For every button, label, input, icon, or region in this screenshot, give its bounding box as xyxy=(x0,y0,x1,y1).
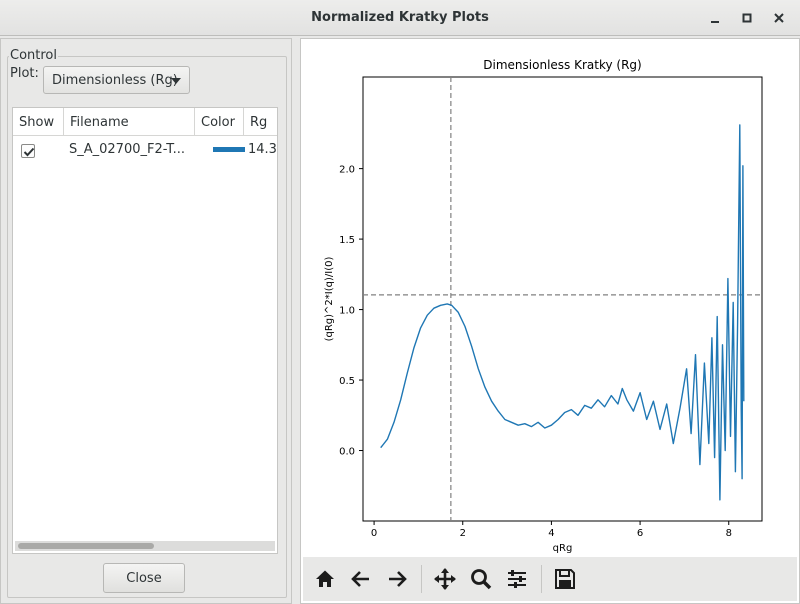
x-tick-label: 4 xyxy=(548,528,554,539)
forward-button[interactable] xyxy=(385,567,411,591)
y-tick-label: 1.0 xyxy=(339,306,355,317)
chart-title: Dimensionless Kratky (Rg) xyxy=(483,58,641,72)
back-button[interactable] xyxy=(349,567,375,591)
plot-panel: Dimensionless Kratky (Rg) 0 2 4 6 8 0.0 0.5 1.0 1… xyxy=(300,38,800,604)
plot-type-select[interactable]: Dimensionless (Rg) xyxy=(43,66,190,94)
forward-arrow-icon xyxy=(389,571,407,587)
window-close-button[interactable] xyxy=(769,8,789,28)
x-tick-label: 2 xyxy=(460,528,466,539)
kratky-plot[interactable]: Dimensionless Kratky (Rg) 0 2 4 6 8 0.0 0.5 1.0 1… xyxy=(301,39,799,557)
maximize-button[interactable] xyxy=(737,8,757,28)
column-header-show[interactable]: Show xyxy=(13,108,64,136)
y-tick-label: 0.0 xyxy=(339,447,355,458)
minimize-icon xyxy=(711,21,719,23)
rg-cell: 14.3 xyxy=(248,142,277,157)
x-axis-label: qRg xyxy=(553,543,573,554)
chevron-down-icon xyxy=(171,78,181,84)
scrollbar-thumb[interactable] xyxy=(18,543,154,549)
zoom-icon xyxy=(471,569,492,590)
x-tick-label: 8 xyxy=(726,528,732,539)
save-icon xyxy=(555,569,575,589)
column-header-filename[interactable]: Filename xyxy=(64,108,195,136)
plot-label: Plot: xyxy=(10,66,39,81)
configure-subplots-button[interactable] xyxy=(505,567,531,591)
minimize-button[interactable] xyxy=(705,8,725,28)
home-button[interactable] xyxy=(313,567,339,591)
filename-cell: S_A_02700_F2-T... xyxy=(69,142,186,157)
zoom-button[interactable] xyxy=(469,567,495,591)
column-header-color[interactable]: Color xyxy=(195,108,244,136)
table-header: Show Filename Color Rg xyxy=(13,108,277,136)
plot-type-value: Dimensionless (Rg) xyxy=(52,73,178,88)
window-title: Normalized Kratky Plots xyxy=(311,10,489,25)
back-arrow-icon xyxy=(351,571,369,587)
table-row[interactable]: S_A_02700_F2-T... 14.3 xyxy=(13,138,277,162)
toolbar-separator xyxy=(421,565,422,593)
x-tick-label: 0 xyxy=(371,528,377,539)
y-tick-label: 2.0 xyxy=(339,165,355,176)
horizontal-scrollbar[interactable] xyxy=(15,541,275,551)
window-titlebar: Normalized Kratky Plots xyxy=(0,0,800,36)
plot-frame xyxy=(362,76,763,522)
pan-icon xyxy=(434,568,456,590)
series-color-swatch[interactable] xyxy=(213,147,245,152)
y-tick-label: 0.5 xyxy=(339,376,355,387)
file-table: Show Filename Color Rg S_A_02700_F2-T...… xyxy=(12,107,278,554)
pan-button[interactable] xyxy=(433,567,459,591)
plot-toolbar xyxy=(303,557,797,601)
y-axis-label: (qRg)^2*I(q)/I(0) xyxy=(324,257,335,342)
column-header-rg[interactable]: Rg xyxy=(244,108,277,136)
checkmark-icon xyxy=(23,147,35,157)
x-tick-label: 6 xyxy=(637,528,643,539)
show-checkbox[interactable] xyxy=(21,144,35,158)
close-button[interactable]: Close xyxy=(103,563,185,593)
control-group-title: Control xyxy=(9,48,58,63)
toolbar-separator xyxy=(541,565,542,593)
maximize-icon xyxy=(742,13,752,23)
configure-subplots-icon xyxy=(508,570,526,588)
close-icon xyxy=(774,13,784,23)
y-tick-label: 1.5 xyxy=(339,235,355,246)
save-button[interactable] xyxy=(553,567,579,591)
home-icon xyxy=(316,570,334,587)
